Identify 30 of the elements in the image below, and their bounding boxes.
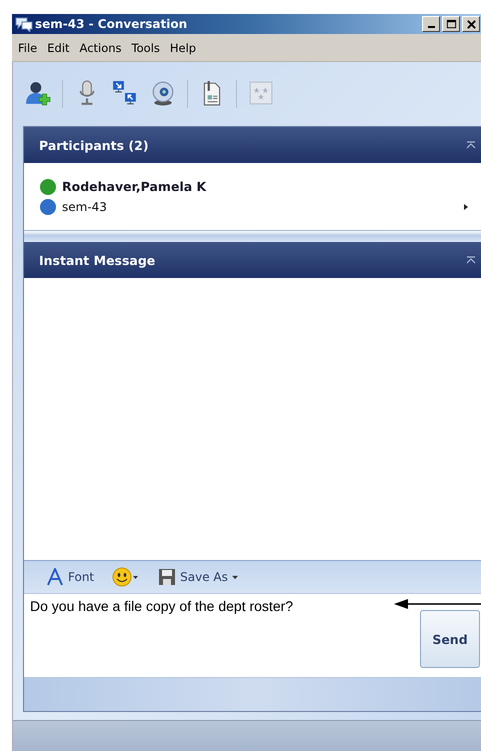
- chat-bubbles-icon: [15, 16, 33, 32]
- smiley-icon: [112, 567, 140, 587]
- send-button[interactable]: Send: [420, 610, 480, 668]
- instant-message-header[interactable]: Instant Message: [24, 242, 481, 278]
- participants-header[interactable]: Participants (2): [24, 127, 481, 163]
- maximize-button[interactable]: [442, 16, 460, 32]
- font-button[interactable]: Font: [46, 568, 94, 586]
- close-button[interactable]: [462, 16, 480, 32]
- maximize-icon: [446, 18, 456, 30]
- minimize-icon: [428, 26, 434, 28]
- save-as-button[interactable]: Save As: [158, 568, 239, 586]
- menu-item[interactable]: Actions: [76, 40, 126, 54]
- window-title: sem-43 - Conversation: [35, 17, 188, 31]
- caret-icon: [232, 574, 239, 580]
- section-title: Participants (2): [39, 138, 149, 152]
- font-icon: [46, 568, 64, 586]
- participant-name[interactable]: Rodehaver,Pamela K: [62, 179, 469, 194]
- participant-name[interactable]: sem-43: [62, 200, 457, 214]
- minimize-button[interactable]: [422, 16, 440, 32]
- section-title: Instant Message: [39, 252, 156, 268]
- close-icon: [466, 18, 476, 30]
- menu-item[interactable]: File: [14, 40, 42, 54]
- add-person-icon[interactable]: [24, 80, 52, 108]
- menu-item[interactable]: Help: [166, 40, 200, 54]
- collapse-icon[interactable]: [466, 255, 476, 265]
- caret-icon[interactable]: [463, 202, 469, 210]
- collapse-icon[interactable]: [466, 140, 476, 150]
- emoticon-button[interactable]: [112, 567, 140, 587]
- menu-item[interactable]: Edit: [43, 40, 74, 54]
- menu-item[interactable]: Tools: [128, 40, 164, 54]
